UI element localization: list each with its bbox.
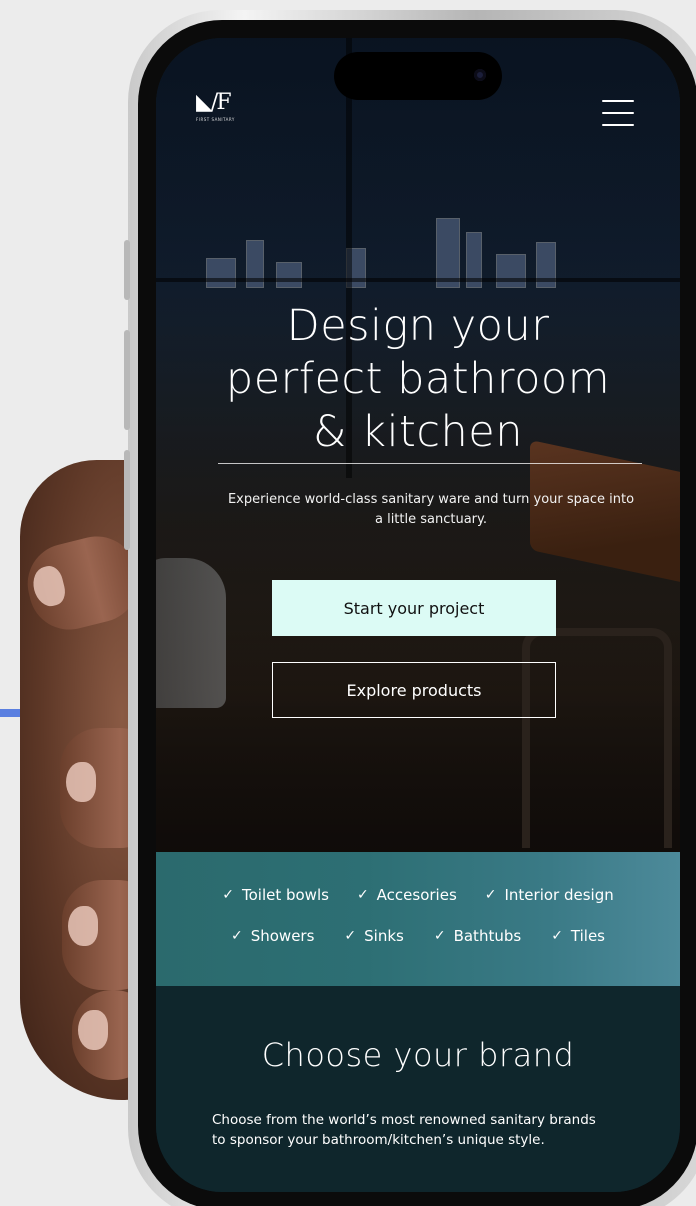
brand-logo[interactable]: ◣/F FIRST SANITARY: [196, 90, 256, 134]
category-label: Showers: [250, 927, 315, 945]
category-label: Tiles: [570, 927, 606, 945]
category-bathtubs[interactable]: ✓ Bathtubs: [434, 927, 521, 945]
side-button: [124, 330, 130, 430]
category-interior-design[interactable]: ✓ Interior design: [485, 886, 614, 904]
brand-description: Choose from the world’s most renowned sa…: [212, 1112, 596, 1148]
categories-band: ✓ Toilet bowls ✓ Accesories ✓ Interior desi…: [156, 852, 680, 986]
check-icon: ✓: [484, 887, 497, 903]
category-tiles[interactable]: ✓ Tiles: [551, 927, 605, 945]
check-icon: ✓: [433, 928, 446, 944]
logo-mark: ◣/F: [196, 90, 232, 115]
check-icon: ✓: [230, 928, 243, 944]
check-icon: ✓: [356, 887, 369, 903]
balcony-rail: [156, 278, 680, 282]
camera-icon: [474, 69, 486, 81]
check-icon: ✓: [344, 928, 357, 944]
category-toilet-bowls[interactable]: ✓ Toilet bowls: [222, 886, 329, 904]
category-sinks[interactable]: ✓ Sinks: [344, 927, 403, 945]
city-skyline: [196, 208, 576, 288]
start-project-button[interactable]: Start your project: [272, 580, 556, 636]
brand-section: Choose your brand Choose from the world’…: [156, 986, 680, 1192]
toilet-image: [156, 558, 226, 708]
dynamic-island: [334, 52, 502, 100]
explore-products-button[interactable]: Explore products: [272, 662, 556, 718]
category-row: ✓ Toilet bowls ✓ Accesories ✓ Interior desi…: [156, 886, 680, 904]
hero-subtitle: Experience world-class sanitary ware and…: [227, 492, 635, 527]
side-button: [124, 450, 130, 550]
check-icon: ✓: [551, 928, 563, 944]
category-label: Accesories: [376, 886, 457, 904]
hero-section: ◣/F FIRST SANITARY Design your perfect b…: [156, 38, 680, 852]
hero-divider: [218, 463, 642, 464]
brand-title: Choose your brand: [261, 1036, 575, 1074]
category-row: ✓ Showers ✓ Sinks ✓ Bathtubs ✓ Tiles: [156, 927, 680, 945]
category-showers[interactable]: ✓ Showers: [231, 927, 314, 945]
category-label: Toilet bowls: [241, 886, 329, 904]
side-button: [124, 240, 130, 300]
category-label: Interior design: [504, 886, 614, 904]
check-icon: ✓: [222, 887, 234, 903]
category-accesories[interactable]: ✓ Accesories: [357, 886, 457, 904]
hero-headline: Design your perfect bathroom & kitchen: [225, 301, 611, 457]
screen: ◣/F FIRST SANITARY Design your perfect b…: [156, 38, 680, 1192]
category-label: Bathtubs: [453, 927, 522, 945]
category-label: Sinks: [364, 927, 404, 945]
chair-image: [522, 628, 672, 848]
logo-text: FIRST SANITARY: [196, 117, 235, 122]
hamburger-icon[interactable]: [602, 100, 634, 126]
phone-frame: ◣/F FIRST SANITARY Design your perfect b…: [124, 10, 696, 1206]
